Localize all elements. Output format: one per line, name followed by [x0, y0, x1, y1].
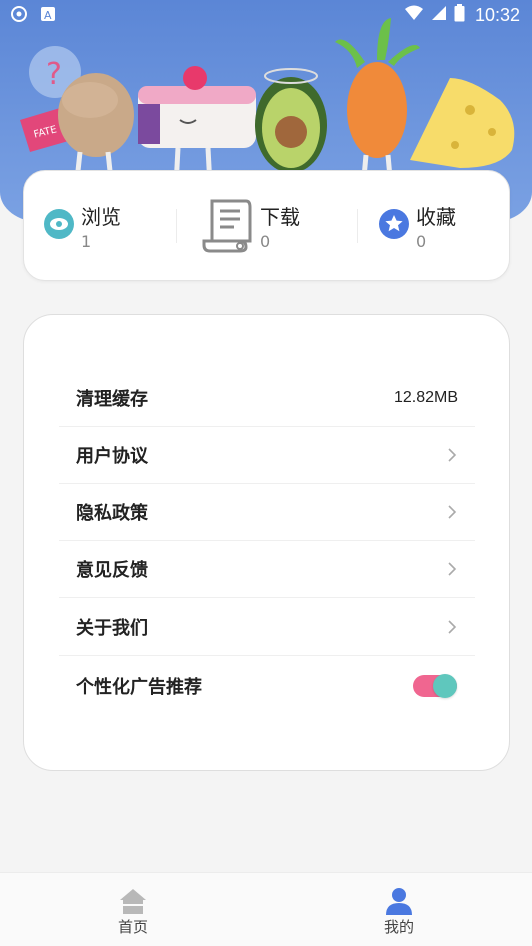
personalized-ads-label: 个性化广告推荐 [76, 676, 202, 698]
app-notification-icon [10, 5, 28, 28]
user-agreement-row[interactable]: 用户协议 [59, 427, 475, 484]
feedback-row[interactable]: 意见反馈 [59, 541, 475, 598]
person-icon [386, 888, 412, 915]
stats-card: 浏览 1 下载 0 收藏 0 [23, 170, 510, 281]
chevron-right-icon [448, 620, 457, 634]
clear-cache-row[interactable]: 清理缓存 12.82MB [59, 370, 475, 427]
stat-download-label: 下载 [260, 205, 300, 229]
stat-browse[interactable]: 浏览 1 [44, 197, 184, 257]
about-us-row[interactable]: 关于我们 [59, 599, 475, 656]
home-icon [120, 889, 146, 914]
stat-browse-count: 1 [81, 232, 92, 251]
battery-icon [454, 4, 465, 27]
stat-browse-label: 浏览 [81, 205, 121, 229]
privacy-policy-label: 隐私政策 [76, 503, 148, 524]
clock: 10:32 [474, 5, 520, 25]
scroll-icon [200, 197, 254, 257]
personalized-ads-row: 个性化广告推荐 [59, 657, 475, 714]
user-agreement-label: 用户协议 [76, 446, 148, 467]
chevron-right-icon [448, 505, 457, 519]
settings-card: 清理缓存 12.82MB 用户协议 隐私政策 意见反馈 关于我们 个性化广告推荐 [23, 314, 510, 771]
chevron-right-icon [448, 448, 457, 462]
stat-favorites[interactable]: 收藏 0 [379, 197, 509, 257]
star-badge-icon [379, 209, 409, 243]
chevron-right-icon [448, 562, 457, 576]
status-bar: A 10:32 [0, 0, 532, 30]
toggle-knob [433, 673, 457, 698]
eye-icon [44, 209, 74, 243]
nav-mine-label: 我的 [383, 918, 414, 936]
svg-text:A: A [44, 9, 52, 22]
signal-icon [430, 4, 448, 27]
stat-download[interactable]: 下载 0 [200, 197, 360, 257]
stat-divider [357, 209, 358, 243]
privacy-policy-row[interactable]: 隐私政策 [59, 484, 475, 541]
stat-favorites-label: 收藏 [416, 205, 456, 229]
feedback-label: 意见反馈 [76, 560, 148, 581]
personalized-ads-toggle[interactable] [413, 673, 457, 698]
stat-favorites-count: 0 [416, 232, 427, 251]
bottom-nav: 首页 我的 [0, 872, 532, 946]
cache-size-value: 12.82MB [393, 389, 458, 406]
nav-home[interactable]: 首页 [0, 873, 266, 946]
nav-home-label: 首页 [117, 918, 148, 936]
svg-text:?: ? [46, 57, 62, 92]
clear-cache-label: 清理缓存 [76, 389, 148, 410]
stat-download-count: 0 [260, 232, 271, 251]
wifi-icon [404, 4, 424, 27]
nav-mine[interactable]: 我的 [266, 873, 532, 946]
about-us-label: 关于我们 [76, 618, 148, 639]
stat-divider [176, 209, 177, 243]
a-notification-icon: A [40, 6, 56, 27]
